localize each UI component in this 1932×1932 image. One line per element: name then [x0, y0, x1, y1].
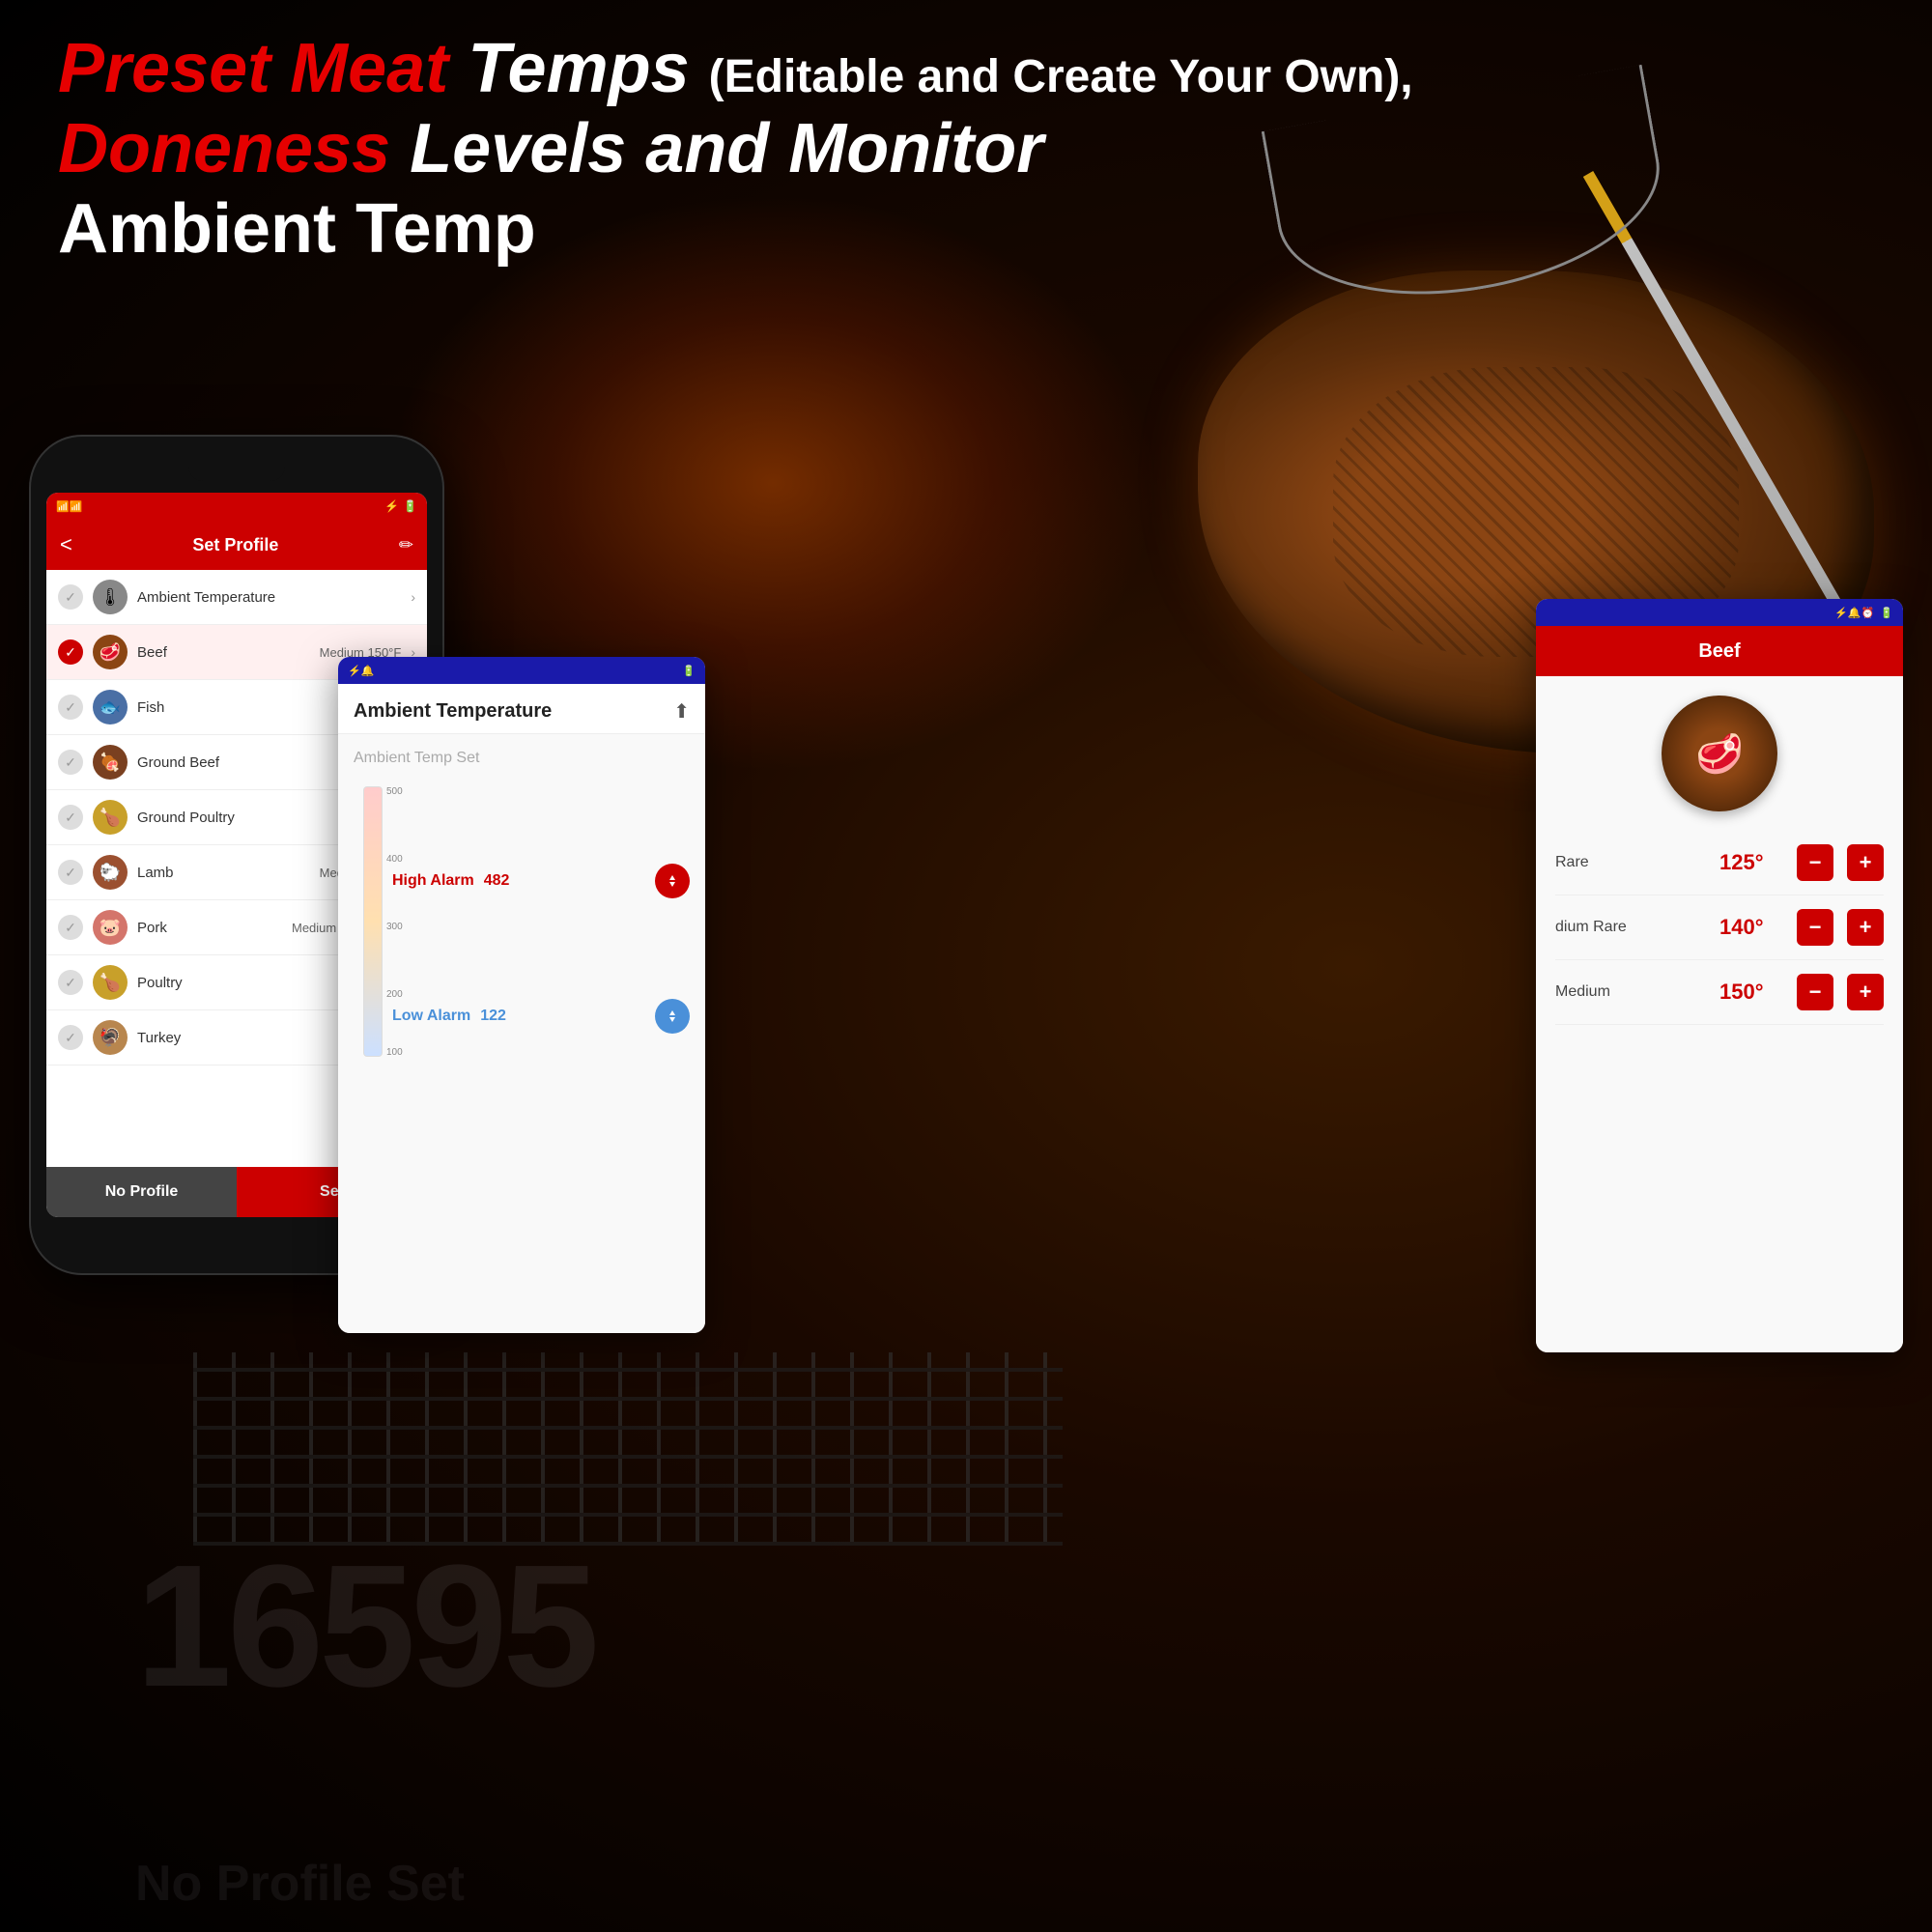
check-turkey: ✓ — [58, 1025, 83, 1050]
scale-mid2: 300 — [386, 922, 403, 932]
ambient-header: Ambient Temperature ⬆ — [338, 684, 705, 734]
check-lamb: ✓ — [58, 860, 83, 885]
bluetooth-icon: ⚡ — [384, 499, 399, 513]
status-right: ⚡ 🔋 — [384, 499, 417, 513]
scale-bot: 100 — [386, 1047, 403, 1058]
device-number-watermark: 16595 — [135, 1526, 595, 1726]
ambient-popup: ⚡🔔 🔋 Ambient Temperature ⬆ Ambient Temp … — [338, 657, 705, 1333]
high-alarm-label: High Alarm — [392, 872, 474, 890]
list-item[interactable]: ✓ 🌡 Ambient Temperature › — [46, 570, 427, 625]
edit-icon[interactable]: ✏ — [399, 535, 413, 555]
grill-grate — [193, 1352, 1063, 1546]
item-name-poultry: Poultry — [137, 975, 357, 991]
rare-minus-button[interactable]: − — [1797, 844, 1833, 881]
headline: Preset Meat Temps (Editable and Create Y… — [58, 29, 1413, 269]
item-name-ambient: Ambient Temperature — [137, 589, 401, 606]
no-profile-button[interactable]: No Profile — [46, 1167, 237, 1217]
rare-temp: 125° — [1719, 850, 1787, 875]
low-alarm-label: Low Alarm — [392, 1008, 470, 1025]
item-name-fish: Fish — [137, 699, 357, 716]
item-name-lamb: Lamb — [137, 865, 310, 881]
check-ground-beef: ✓ — [58, 750, 83, 775]
beef-popup: ⚡🔔⏰ 🔋 Beef 🥩 Rare 125° − + dium Rare 140… — [1536, 599, 1903, 1352]
food-icon-beef: 🥩 — [93, 635, 128, 669]
medium-rare-plus-button[interactable]: + — [1847, 909, 1884, 946]
check-pork: ✓ — [58, 915, 83, 940]
beef-header: Beef — [1536, 626, 1903, 676]
status-bar: 📶📶 ⚡ 🔋 — [46, 493, 427, 520]
doneness-rare: Rare 125° − + — [1555, 831, 1884, 895]
ambient-status-icons: ⚡🔔 — [348, 665, 374, 677]
headline-doneness: Doneness — [58, 110, 390, 187]
scale-mid1: 400 — [386, 854, 403, 865]
scale-mid3: 200 — [386, 989, 403, 1000]
item-name-ground-poultry: Ground Poultry — [137, 810, 357, 826]
food-icon-ambient: 🌡 — [93, 580, 128, 614]
beef-battery: 🔋 — [1880, 607, 1893, 619]
medium-plus-button[interactable]: + — [1847, 974, 1884, 1010]
check-ambient: ✓ — [58, 584, 83, 610]
item-name-ground-beef: Ground Beef — [137, 754, 357, 771]
medium-rare-temp: 140° — [1719, 915, 1787, 940]
back-button[interactable]: < — [60, 532, 72, 557]
header-title: Set Profile — [82, 535, 389, 555]
no-profile-watermark: No Profile Set — [135, 1855, 465, 1913]
item-name-beef: Beef — [137, 644, 310, 661]
ambient-set-label: Ambient Temp Set — [354, 750, 690, 767]
temp-scale-bar — [363, 786, 383, 1057]
ambient-title: Ambient Temperature — [354, 700, 552, 723]
beef-status-icons: ⚡🔔⏰ — [1834, 607, 1874, 619]
beef-image: 🥩 — [1662, 696, 1777, 811]
food-icon-ground-beef: 🍖 — [93, 745, 128, 780]
rare-plus-button[interactable]: + — [1847, 844, 1884, 881]
thermometer-scale: High Alarm 482 Low Alarm 122 500 400 300… — [354, 786, 690, 1076]
food-icon-ground-poultry: 🍗 — [93, 800, 128, 835]
high-alarm-value: 482 — [484, 872, 510, 890]
beef-status-bar: ⚡🔔⏰ 🔋 — [1536, 599, 1903, 626]
status-signal: 📶📶 — [56, 500, 82, 513]
headline-levels: Levels and Monitor — [410, 110, 1043, 187]
doneness-medium-rare: dium Rare 140° − + — [1555, 895, 1884, 960]
item-name-pork: Pork — [137, 920, 282, 936]
beef-body: 🥩 Rare 125° − + dium Rare 140° − + Mediu… — [1536, 676, 1903, 1352]
battery-icon: 🔋 — [403, 499, 417, 513]
ambient-battery: 🔋 — [682, 665, 696, 677]
rare-label: Rare — [1555, 854, 1710, 871]
item-name-turkey: Turkey — [137, 1030, 357, 1046]
check-poultry: ✓ — [58, 970, 83, 995]
beef-title: Beef — [1698, 640, 1740, 663]
food-icon-lamb: 🐑 — [93, 855, 128, 890]
medium-label: Medium — [1555, 983, 1710, 1001]
headline-meat: Preset Meat — [58, 30, 448, 107]
check-fish: ✓ — [58, 695, 83, 720]
headline-temps: Temps — [468, 30, 689, 107]
medium-temp: 150° — [1719, 980, 1787, 1005]
chevron-icon: › — [411, 589, 415, 605]
ambient-body: Ambient Temp Set High Alarm 482 Low Alar… — [338, 734, 705, 1333]
medium-minus-button[interactable]: − — [1797, 974, 1833, 1010]
headline-editable: (Editable and Create Your Own), — [709, 51, 1413, 102]
high-alarm-row: High Alarm 482 — [392, 864, 690, 898]
low-alarm-row: Low Alarm 122 — [392, 999, 690, 1034]
low-alarm-value: 122 — [480, 1008, 506, 1025]
high-alarm-spinner[interactable] — [655, 864, 690, 898]
check-ground-poultry: ✓ — [58, 805, 83, 830]
food-icon-pork: 🐷 — [93, 910, 128, 945]
ambient-status-bar: ⚡🔔 🔋 — [338, 657, 705, 684]
scale-top: 500 — [386, 786, 403, 797]
app-header: < Set Profile ✏ — [46, 520, 427, 570]
doneness-medium: Medium 150° − + — [1555, 960, 1884, 1025]
low-alarm-spinner[interactable] — [655, 999, 690, 1034]
food-icon-fish: 🐟 — [93, 690, 128, 724]
headline-ambient: Ambient Temp — [58, 190, 536, 268]
food-icon-turkey: 🦃 — [93, 1020, 128, 1055]
medium-rare-minus-button[interactable]: − — [1797, 909, 1833, 946]
food-icon-poultry: 🍗 — [93, 965, 128, 1000]
check-beef: ✓ — [58, 639, 83, 665]
phone-notch — [188, 464, 285, 481]
share-icon[interactable]: ⬆ — [673, 699, 690, 724]
medium-rare-label: dium Rare — [1555, 919, 1710, 936]
